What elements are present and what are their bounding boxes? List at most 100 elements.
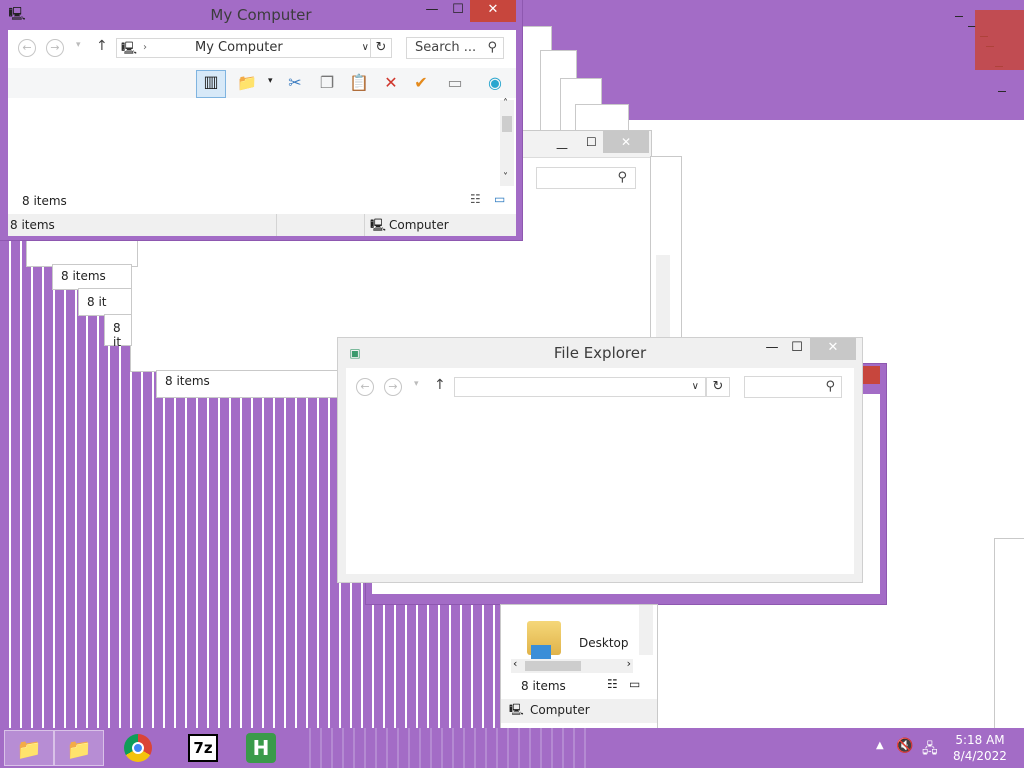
7zip-icon: 7z bbox=[188, 734, 218, 762]
taskbar-explorer-button[interactable]: 📁 bbox=[54, 730, 104, 766]
recent-locations-icon[interactable]: ▾ bbox=[76, 40, 81, 50]
status-location: Computer bbox=[389, 218, 449, 232]
status-bar: 8 items 🖳 Computer bbox=[8, 214, 516, 236]
echo-horizontal-scrollbar[interactable]: ‹ › bbox=[511, 657, 633, 673]
echo-maximize-icon: ☐ bbox=[586, 135, 597, 149]
taskbar-explorer-button[interactable]: 📁 bbox=[4, 730, 54, 766]
file-explorer-window[interactable]: ▣ File Explorer — ☐ ✕ ← → ▾ ↑ ∨ ↻ ⚲ bbox=[338, 338, 862, 582]
my-computer-window[interactable]: 🖳 My Computer — ☐ ✕ ← → ▾ ↑ 🖳 › My Compu… bbox=[0, 0, 522, 240]
chevron-down-icon[interactable]: ∨ bbox=[362, 39, 369, 57]
taskbar-7zip-button[interactable]: 7z bbox=[180, 730, 230, 766]
scroll-up-icon[interactable]: ˄ bbox=[503, 98, 508, 109]
address-bar[interactable]: ∨ bbox=[454, 377, 706, 397]
shell-icon[interactable]: ◉ bbox=[484, 72, 506, 94]
close-button[interactable]: ✕ bbox=[810, 338, 856, 360]
taskbar-chrome-button[interactable] bbox=[114, 730, 164, 766]
echo-items-label: 8 items bbox=[61, 269, 106, 283]
scroll-down-icon[interactable]: ˅ bbox=[503, 172, 508, 183]
search-icon[interactable]: ⚲ bbox=[487, 38, 497, 58]
clock-date[interactable]: 8/4/2022 bbox=[948, 749, 1012, 763]
folder-options-icon[interactable]: 📁 bbox=[236, 72, 258, 94]
checkmark-icon[interactable]: ✔ bbox=[410, 72, 432, 94]
echo-window: 8 items bbox=[52, 264, 132, 290]
echo-items-label: 8 it bbox=[87, 295, 107, 309]
back-button[interactable]: ← bbox=[18, 39, 36, 57]
refresh-button[interactable]: ↻ bbox=[370, 38, 392, 58]
echo-window: Desktop ‹ › 8 items ☷ ▭ 🖳 Computer bbox=[500, 604, 658, 730]
up-arrow-icon[interactable]: ↑ bbox=[434, 377, 446, 393]
echo-statusbar: 🖳 Computer bbox=[501, 699, 657, 723]
chevron-down-icon[interactable]: ∨ bbox=[692, 378, 699, 396]
echo-close-icon: ✕ bbox=[603, 131, 649, 153]
clock-time[interactable]: 5:18 AM bbox=[948, 733, 1012, 747]
details-view-icon[interactable]: ☷ bbox=[470, 192, 481, 206]
breadcrumb-chevron-icon[interactable]: › bbox=[143, 39, 147, 57]
rename-icon[interactable]: ▭ bbox=[444, 72, 466, 94]
back-button[interactable]: ← bbox=[356, 378, 374, 396]
folder-icon: 📁 bbox=[66, 737, 92, 761]
echo-items-label: 8 items bbox=[521, 679, 566, 693]
window-body: ← → ▾ ↑ 🖳 › My Computer ∨ ↻ Search ... ⚲… bbox=[8, 30, 516, 216]
search-icon[interactable]: ⚲ bbox=[825, 377, 835, 397]
echo-window bbox=[994, 538, 1024, 730]
preview-pane-icon[interactable]: ▥ bbox=[196, 70, 226, 98]
dropdown-arrow-icon[interactable]: ▾ bbox=[268, 76, 273, 86]
details-view-icon[interactable]: ☷ bbox=[607, 677, 618, 691]
scroll-left-icon[interactable]: ‹ bbox=[513, 657, 517, 670]
up-arrow-icon[interactable]: ↑ bbox=[96, 38, 108, 54]
minimize-button[interactable]: — bbox=[422, 0, 442, 22]
computer-icon: 🖳 bbox=[509, 703, 524, 716]
copy-icon[interactable]: ❐ bbox=[316, 72, 338, 94]
paste-icon[interactable]: 📋 bbox=[348, 72, 370, 94]
search-icon: ⚲ bbox=[617, 170, 627, 185]
maximize-button[interactable]: ☐ bbox=[448, 0, 468, 22]
vertical-scrollbar[interactable]: ˄ ˅ bbox=[500, 98, 514, 186]
chrome-icon bbox=[124, 734, 152, 762]
tray-chevron-up-icon[interactable]: ▲ bbox=[876, 740, 884, 751]
large-icons-view-icon[interactable]: ▭ bbox=[629, 677, 640, 691]
forward-button[interactable]: → bbox=[384, 378, 402, 396]
echo-search-input: ⚲ bbox=[536, 167, 636, 189]
taskbar-hex-editor-button[interactable]: H bbox=[238, 730, 288, 766]
echo-scrollbar[interactable] bbox=[639, 605, 653, 655]
forward-button[interactable]: → bbox=[46, 39, 64, 57]
refresh-button[interactable]: ↻ bbox=[706, 377, 730, 397]
echo-window bbox=[26, 240, 138, 267]
search-placeholder: Search ... bbox=[415, 40, 477, 55]
desktop-screen-icon bbox=[531, 645, 551, 659]
scroll-right-icon[interactable]: › bbox=[627, 657, 631, 670]
network-icon[interactable]: 🖧 bbox=[922, 738, 938, 762]
volume-muted-icon[interactable]: 🔇 bbox=[896, 738, 913, 754]
window-body: ← → ▾ ↑ ∨ ↻ ⚲ bbox=[346, 368, 854, 574]
status-items-count: 8 items bbox=[10, 218, 55, 232]
echo-scrollbar bbox=[656, 255, 670, 345]
scroll-thumb[interactable] bbox=[525, 661, 581, 671]
close-button[interactable]: ✕ bbox=[470, 0, 516, 22]
computer-icon: 🖳 bbox=[121, 41, 138, 55]
command-toolbar: ▥ 📁 ▾ ✂ ❐ 📋 ✕ ✔ ▭ ◉ bbox=[8, 68, 516, 98]
echo-items-label: 8 it bbox=[113, 321, 122, 349]
taskbar-echo-stripes bbox=[300, 728, 586, 768]
taskbar: 📁 📁 7z H ▲ 🔇 🖧 5:18 AM 8/4/2022 bbox=[0, 728, 1024, 768]
desktop-item-label[interactable]: Desktop bbox=[579, 636, 629, 650]
large-icons-view-icon[interactable]: ▭ bbox=[494, 192, 505, 206]
cut-icon[interactable]: ✂ bbox=[284, 72, 306, 94]
status-divider bbox=[276, 214, 277, 236]
window-title: My Computer bbox=[210, 6, 312, 24]
recent-locations-icon[interactable]: ▾ bbox=[414, 379, 419, 389]
echo-computer-label: Computer bbox=[530, 703, 590, 717]
echo-window: 8 it bbox=[78, 288, 132, 316]
search-input[interactable]: Search ... ⚲ bbox=[406, 37, 504, 59]
search-input[interactable]: ⚲ bbox=[744, 376, 842, 398]
delete-icon[interactable]: ✕ bbox=[380, 72, 402, 94]
hex-editor-icon: H bbox=[246, 733, 276, 763]
computer-icon: 🖳 bbox=[370, 218, 387, 232]
echo-minimize-icon: — bbox=[556, 141, 568, 155]
echo-window: 8 it bbox=[104, 314, 132, 349]
minimize-button[interactable]: — bbox=[762, 338, 782, 360]
scroll-thumb[interactable] bbox=[502, 116, 512, 132]
maximize-button[interactable]: ☐ bbox=[787, 338, 807, 360]
folder-icon: 📁 bbox=[16, 737, 42, 761]
address-bar[interactable]: 🖳 › My Computer ∨ bbox=[116, 38, 376, 58]
echo-close-buttons bbox=[975, 10, 1024, 70]
